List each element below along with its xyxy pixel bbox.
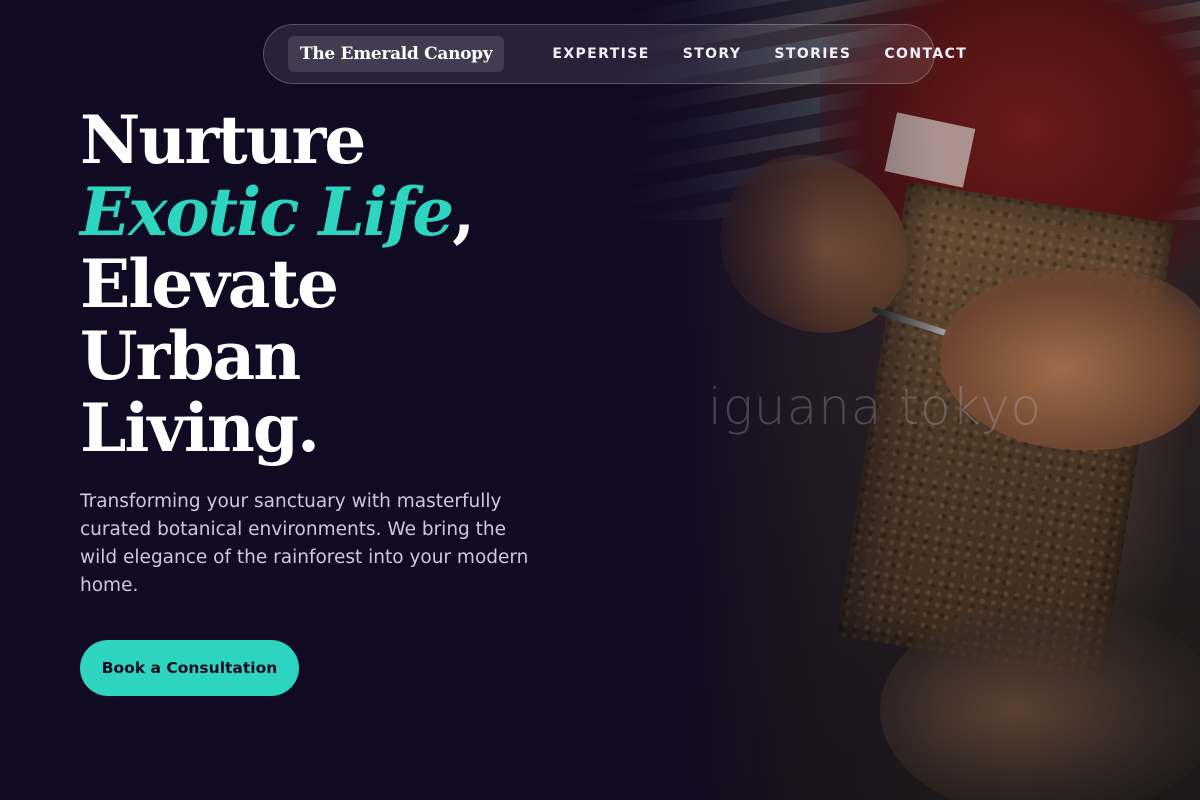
headline-line-2: Exotic Life, bbox=[80, 173, 475, 251]
hero-headline: Nurture Exotic Life, Elevate Urban Livin… bbox=[80, 101, 475, 467]
headline-line-1: Nurture bbox=[80, 101, 366, 179]
headline-comma: , bbox=[452, 173, 475, 251]
nav-link-stories[interactable]: STORIES bbox=[774, 46, 851, 62]
nav-link-expertise[interactable]: EXPERTISE bbox=[552, 46, 649, 62]
photo-watermark: iguana tokyo bbox=[708, 378, 1042, 436]
nav-link-contact[interactable]: CONTACT bbox=[884, 46, 967, 62]
headline-line-4: Urban bbox=[80, 317, 301, 395]
nav-menu: EXPERTISE STORY STORIES CONTACT bbox=[552, 46, 967, 62]
hero-subtitle: Transforming your sanctuary with masterf… bbox=[80, 491, 529, 596]
brand-logo[interactable]: The Emerald Canopy bbox=[288, 36, 505, 72]
top-nav: The Emerald Canopy EXPERTISE STORY STORI… bbox=[263, 24, 966, 84]
headline-accent: Exotic Life bbox=[80, 173, 454, 251]
book-consultation-button[interactable]: Book a Consultation bbox=[80, 640, 299, 696]
nav-link-story[interactable]: STORY bbox=[683, 46, 742, 62]
headline-line-5: Living. bbox=[80, 389, 320, 467]
headline-line-3: Elevate bbox=[80, 245, 339, 323]
hero-photo: iguana tokyo bbox=[620, 0, 1200, 800]
